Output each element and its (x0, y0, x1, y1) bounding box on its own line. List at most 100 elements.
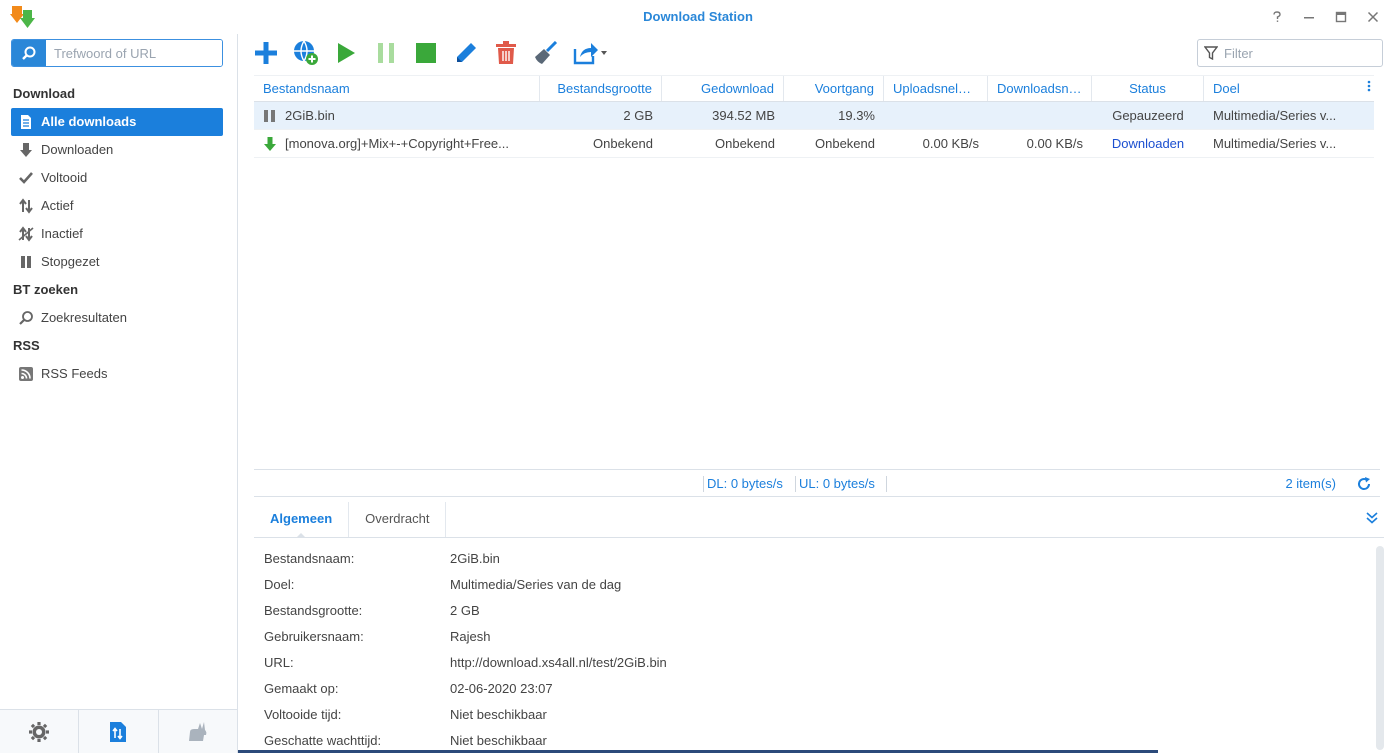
progress-value: Onbekend (815, 136, 875, 151)
sidebar-item-stopped[interactable]: Stopgezet (11, 248, 223, 276)
sidebar-bottom-bar (0, 709, 237, 753)
sidebar-item-inactive[interactable]: Inactief (11, 220, 223, 248)
title-bar: Download Station (0, 0, 1396, 34)
details-panel: Algemeen Overdracht Bestandsnaam: 2GiB.bi… (254, 502, 1384, 753)
detail-value: 2GiB.bin (450, 551, 500, 566)
detail-row: URL: http://download.xs4all.nl/test/2GiB.… (254, 650, 1384, 676)
downloaded-amount: 394.52 MB (712, 108, 775, 123)
sidebar-item-completed[interactable]: Voltooid (11, 164, 223, 192)
details-tabs: Algemeen Overdracht (254, 502, 1384, 538)
file-size: Onbekend (593, 136, 653, 151)
sidebar-item-label: Voltooid (41, 170, 88, 185)
vertical-dots-icon (1367, 80, 1371, 92)
resume-button[interactable] (332, 39, 360, 67)
detail-label: Gebruikersnaam: (264, 629, 364, 644)
close-button[interactable] (1364, 8, 1382, 26)
total-download-speed: DL: 0 bytes/s (707, 476, 783, 491)
create-task-button[interactable] (252, 39, 280, 67)
search-input[interactable] (46, 40, 222, 66)
detail-value: Multimedia/Series van de dag (450, 577, 622, 592)
search-box (11, 39, 223, 67)
detail-value: http://download.xs4all.nl/test/2GiB.bin (450, 655, 667, 670)
delete-button[interactable] (492, 39, 520, 67)
rss-icon (19, 367, 33, 381)
file-size: 2 GB (623, 108, 653, 123)
column-header-downloaded[interactable]: Gedownload (662, 76, 784, 101)
plus-icon (255, 42, 277, 64)
destination: Multimedia/Series v... (1213, 108, 1337, 123)
sidebar-item-label: Zoekresultaten (41, 310, 127, 325)
settings-button[interactable] (0, 710, 80, 753)
sidebar-item-rss-feeds[interactable]: RSS Feeds (11, 360, 223, 388)
sidebar-item-downloading[interactable]: Downloaden (11, 136, 223, 164)
share-dropdown-icon (573, 43, 607, 65)
download-speed: 0.00 KB/s (1026, 136, 1083, 151)
sidebar-item-label: Alle downloads (41, 114, 137, 129)
pause-icon (21, 256, 31, 268)
details-scrollbar[interactable] (1376, 546, 1384, 750)
table-row[interactable]: 2GiB.bin 2 GB 394.52 MB 19.3% Gepauzeerd… (254, 102, 1374, 130)
destination: Multimedia/Series v... (1213, 136, 1337, 151)
help-button[interactable] (1268, 8, 1286, 26)
detail-label: Bestandsnaam: (264, 551, 355, 566)
column-header-upload-speed[interactable]: Uploadsnelh… (884, 76, 988, 101)
detail-row: Doel: Multimedia/Series van de dag (254, 572, 1384, 598)
column-header-download-speed[interactable]: Downloadsn… (988, 76, 1092, 101)
detail-label: Voltooide tijd: (264, 707, 342, 722)
maximize-button[interactable] (1332, 8, 1350, 26)
download-grid: Bestandsnaam Bestandsgrootte Gedownload … (254, 75, 1374, 158)
maximize-icon (1335, 11, 1347, 23)
stop-button[interactable] (412, 39, 440, 67)
magnifier-icon (19, 311, 33, 325)
paused-status-icon (263, 109, 277, 123)
refresh-icon[interactable] (1356, 476, 1372, 492)
window-title: Download Station (643, 9, 753, 24)
downloaded-amount: Onbekend (715, 136, 775, 151)
transfer-file-button[interactable] (79, 710, 159, 753)
section-rss: RSS (13, 338, 40, 353)
tab-general[interactable]: Algemeen (254, 502, 350, 538)
detail-row: Gebruikersnaam: Rajesh (254, 624, 1384, 650)
collapse-chevron-icon[interactable] (1364, 510, 1380, 526)
column-header-name[interactable]: Bestandsnaam (254, 76, 540, 101)
column-header-size[interactable]: Bestandsgrootte (540, 76, 662, 101)
column-header-progress[interactable]: Voortgang (784, 76, 884, 101)
search-icon (22, 46, 36, 60)
column-header-status[interactable]: Status (1092, 76, 1204, 101)
clear-completed-button[interactable] (532, 39, 560, 67)
sidebar-item-all-downloads[interactable]: Alle downloads (11, 108, 223, 136)
broom-icon (535, 41, 558, 64)
details-list: Bestandsnaam: 2GiB.bin Doel: Multimedia/Se… (254, 538, 1384, 753)
arrow-down-icon (20, 143, 32, 157)
table-row[interactable]: [monova.org]+Mix+-+Copyright+Free... Onb… (254, 130, 1374, 158)
status-bar: DL: 0 bytes/s UL: 0 bytes/s 2 item(s) (254, 469, 1380, 497)
edit-button[interactable] (452, 39, 480, 67)
share-button[interactable] (572, 39, 608, 67)
trash-icon (496, 41, 516, 64)
detail-value: 02-06-2020 23:07 (450, 681, 553, 696)
pause-button[interactable] (372, 39, 400, 67)
add-url-button[interactable] (292, 39, 320, 67)
minimize-button[interactable] (1300, 8, 1318, 26)
sidebar-item-search-results[interactable]: Zoekresultaten (11, 304, 223, 332)
column-header-destination[interactable]: Doel (1204, 76, 1364, 101)
stop-icon (416, 43, 436, 63)
file-name: [monova.org]+Mix+-+Copyright+Free... (285, 135, 509, 151)
globe-add-icon (294, 40, 318, 65)
emule-button[interactable] (159, 710, 237, 753)
tab-transfer[interactable]: Overdracht (349, 502, 447, 537)
sidebar-item-label: Inactief (41, 226, 83, 241)
sidebar-nav: Download Alle downloads Downloaden Volto… (11, 80, 223, 388)
document-icon (21, 115, 31, 129)
status-text: Gepauzeerd (1112, 108, 1184, 123)
column-menu-button[interactable] (1364, 76, 1374, 102)
downloading-arrow-icon (263, 136, 277, 151)
sidebar-item-active[interactable]: Actief (11, 192, 223, 220)
search-button[interactable] (12, 40, 46, 66)
detail-row: Bestandsgrootte: 2 GB (254, 598, 1384, 624)
filter-input[interactable] (1224, 45, 1374, 61)
detail-row: Gemaakt op: 02-06-2020 23:07 (254, 676, 1384, 702)
pause-icon (378, 43, 394, 63)
item-count: 2 item(s) (1285, 476, 1336, 491)
close-icon (1367, 11, 1379, 23)
